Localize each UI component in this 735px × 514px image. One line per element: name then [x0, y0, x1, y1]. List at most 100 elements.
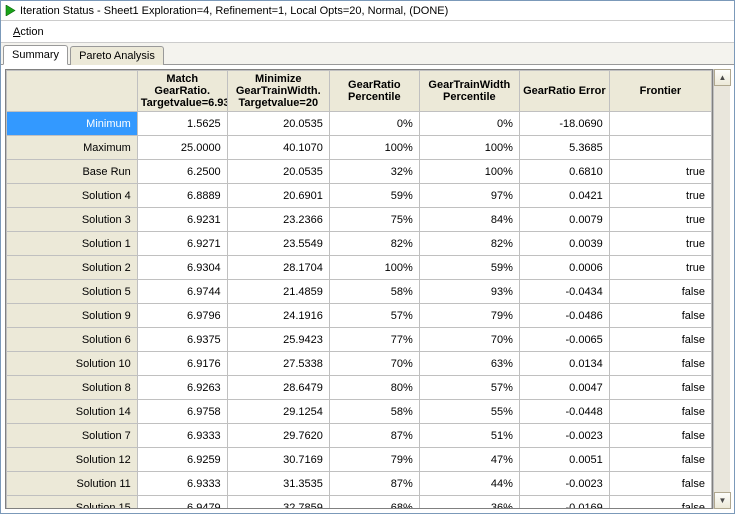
header-rowhead[interactable]: [7, 71, 138, 112]
cell-gearratio-percentile[interactable]: 68%: [329, 496, 419, 509]
cell-frontier[interactable]: true: [609, 184, 711, 208]
table-row[interactable]: Solution 156.947932.785968%36%-0.0169fal…: [7, 496, 712, 509]
table-row[interactable]: Solution 86.926328.647980%57%0.0047false: [7, 376, 712, 400]
row-name[interactable]: Solution 3: [7, 208, 138, 232]
cell-match[interactable]: 6.9259: [137, 448, 227, 472]
cell-minimize[interactable]: 27.5338: [227, 352, 329, 376]
cell-gearratio-error[interactable]: 0.0039: [519, 232, 609, 256]
table-row[interactable]: Solution 66.937525.942377%70%-0.0065fals…: [7, 328, 712, 352]
table-row[interactable]: Solution 56.974421.485958%93%-0.0434fals…: [7, 280, 712, 304]
cell-gearratio-error[interactable]: 0.0134: [519, 352, 609, 376]
cell-geartrainwidth-percentile[interactable]: 97%: [419, 184, 519, 208]
cell-geartrainwidth-percentile[interactable]: 44%: [419, 472, 519, 496]
table-row[interactable]: Solution 46.888920.690159%97%0.0421true: [7, 184, 712, 208]
cell-geartrainwidth-percentile[interactable]: 82%: [419, 232, 519, 256]
cell-gearratio-error[interactable]: -0.0023: [519, 472, 609, 496]
row-name[interactable]: Minimum: [7, 112, 138, 136]
cell-frontier[interactable]: true: [609, 160, 711, 184]
row-name[interactable]: Solution 8: [7, 376, 138, 400]
cell-match[interactable]: 6.9176: [137, 352, 227, 376]
cell-frontier[interactable]: true: [609, 256, 711, 280]
table-row[interactable]: Solution 126.925930.716979%47%0.0051fals…: [7, 448, 712, 472]
cell-geartrainwidth-percentile[interactable]: 100%: [419, 160, 519, 184]
table-row[interactable]: Solution 116.933331.353587%44%-0.0023fal…: [7, 472, 712, 496]
cell-gearratio-percentile[interactable]: 77%: [329, 328, 419, 352]
header-gearratio-percentile[interactable]: GearRatio Percentile: [329, 71, 419, 112]
cell-gearratio-percentile[interactable]: 75%: [329, 208, 419, 232]
cell-gearratio-error[interactable]: 5.3685: [519, 136, 609, 160]
cell-minimize[interactable]: 23.2366: [227, 208, 329, 232]
cell-gearratio-error[interactable]: -0.0486: [519, 304, 609, 328]
cell-minimize[interactable]: 28.6479: [227, 376, 329, 400]
cell-gearratio-error[interactable]: -0.0065: [519, 328, 609, 352]
cell-geartrainwidth-percentile[interactable]: 84%: [419, 208, 519, 232]
cell-minimize[interactable]: 20.0535: [227, 160, 329, 184]
row-name[interactable]: Solution 14: [7, 400, 138, 424]
cell-gearratio-percentile[interactable]: 32%: [329, 160, 419, 184]
row-name[interactable]: Base Run: [7, 160, 138, 184]
row-name[interactable]: Solution 5: [7, 280, 138, 304]
cell-frontier[interactable]: false: [609, 424, 711, 448]
table-row[interactable]: Solution 26.930428.1704100%59%0.0006true: [7, 256, 712, 280]
cell-geartrainwidth-percentile[interactable]: 63%: [419, 352, 519, 376]
cell-match[interactable]: 6.9479: [137, 496, 227, 509]
header-minimize-geartrainwidth[interactable]: Minimize GearTrainWidth. Targetvalue=20: [227, 71, 329, 112]
cell-geartrainwidth-percentile[interactable]: 47%: [419, 448, 519, 472]
cell-minimize[interactable]: 21.4859: [227, 280, 329, 304]
cell-frontier[interactable]: false: [609, 328, 711, 352]
table-row[interactable]: Base Run6.250020.053532%100%0.6810true: [7, 160, 712, 184]
table-row[interactable]: Solution 96.979624.191657%79%-0.0486fals…: [7, 304, 712, 328]
cell-minimize[interactable]: 25.9423: [227, 328, 329, 352]
cell-match[interactable]: 6.9263: [137, 376, 227, 400]
row-name[interactable]: Solution 11: [7, 472, 138, 496]
row-name[interactable]: Solution 6: [7, 328, 138, 352]
cell-minimize[interactable]: 29.1254: [227, 400, 329, 424]
cell-geartrainwidth-percentile[interactable]: 0%: [419, 112, 519, 136]
cell-gearratio-percentile[interactable]: 87%: [329, 472, 419, 496]
cell-gearratio-percentile[interactable]: 100%: [329, 256, 419, 280]
cell-match[interactable]: 6.9271: [137, 232, 227, 256]
cell-minimize[interactable]: 30.7169: [227, 448, 329, 472]
row-name[interactable]: Solution 7: [7, 424, 138, 448]
cell-minimize[interactable]: 20.0535: [227, 112, 329, 136]
table-row[interactable]: Solution 36.923123.236675%84%0.0079true: [7, 208, 712, 232]
cell-match[interactable]: 6.8889: [137, 184, 227, 208]
cell-gearratio-error[interactable]: 0.6810: [519, 160, 609, 184]
tab-summary[interactable]: Summary: [3, 45, 68, 65]
cell-geartrainwidth-percentile[interactable]: 36%: [419, 496, 519, 509]
cell-gearratio-error[interactable]: 0.0047: [519, 376, 609, 400]
cell-minimize[interactable]: 32.7859: [227, 496, 329, 509]
cell-gearratio-percentile[interactable]: 58%: [329, 280, 419, 304]
cell-match[interactable]: 6.9231: [137, 208, 227, 232]
cell-gearratio-percentile[interactable]: 79%: [329, 448, 419, 472]
cell-match[interactable]: 6.9333: [137, 424, 227, 448]
cell-gearratio-percentile[interactable]: 87%: [329, 424, 419, 448]
header-gearratio-error[interactable]: GearRatio Error: [519, 71, 609, 112]
cell-match[interactable]: 6.9333: [137, 472, 227, 496]
cell-match[interactable]: 6.9758: [137, 400, 227, 424]
cell-frontier[interactable]: [609, 136, 711, 160]
cell-gearratio-error[interactable]: 0.0006: [519, 256, 609, 280]
cell-frontier[interactable]: [609, 112, 711, 136]
cell-gearratio-error[interactable]: -0.0448: [519, 400, 609, 424]
cell-geartrainwidth-percentile[interactable]: 59%: [419, 256, 519, 280]
cell-gearratio-error[interactable]: -18.0690: [519, 112, 609, 136]
cell-gearratio-error[interactable]: -0.0434: [519, 280, 609, 304]
cell-frontier[interactable]: true: [609, 232, 711, 256]
row-name[interactable]: Solution 12: [7, 448, 138, 472]
cell-match[interactable]: 6.2500: [137, 160, 227, 184]
cell-gearratio-percentile[interactable]: 57%: [329, 304, 419, 328]
cell-geartrainwidth-percentile[interactable]: 79%: [419, 304, 519, 328]
row-name[interactable]: Solution 9: [7, 304, 138, 328]
cell-match[interactable]: 25.0000: [137, 136, 227, 160]
cell-minimize[interactable]: 20.6901: [227, 184, 329, 208]
cell-minimize[interactable]: 23.5549: [227, 232, 329, 256]
cell-frontier[interactable]: false: [609, 304, 711, 328]
cell-minimize[interactable]: 28.1704: [227, 256, 329, 280]
cell-geartrainwidth-percentile[interactable]: 57%: [419, 376, 519, 400]
cell-gearratio-error[interactable]: 0.0421: [519, 184, 609, 208]
header-geartrainwidth-percentile[interactable]: GearTrainWidth Percentile: [419, 71, 519, 112]
cell-geartrainwidth-percentile[interactable]: 51%: [419, 424, 519, 448]
cell-geartrainwidth-percentile[interactable]: 70%: [419, 328, 519, 352]
row-name[interactable]: Solution 15: [7, 496, 138, 509]
